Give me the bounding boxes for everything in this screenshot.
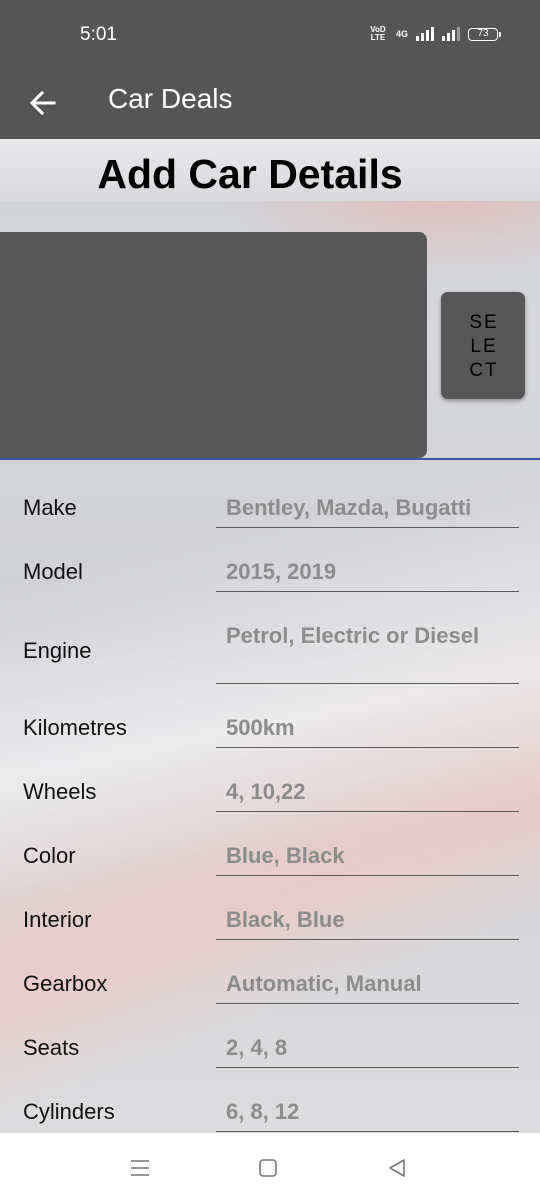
form-row-color: Color Blue, Black <box>0 814 540 878</box>
select-button-label: SELECT <box>469 311 499 381</box>
form-row-seats: Seats 2, 4, 8 <box>0 1006 540 1070</box>
cylinders-input[interactable]: 6, 8, 12 <box>216 1094 519 1132</box>
car-image-preview <box>0 232 427 458</box>
kilometres-label: Kilometres <box>23 715 127 740</box>
seats-input[interactable]: 2, 4, 8 <box>216 1030 519 1068</box>
wheels-placeholder: 4, 10,22 <box>226 779 306 804</box>
select-image-button[interactable]: SELECT <box>441 292 525 399</box>
seats-placeholder: 2, 4, 8 <box>226 1035 288 1060</box>
make-placeholder: Bentley, Mazda, Bugatti <box>226 495 472 520</box>
gearbox-label: Gearbox <box>23 971 108 996</box>
status-bar: 5:01 VoD LTE 4G 73 <box>0 0 540 70</box>
form-row-model: Model 2015, 2019 <box>0 530 540 594</box>
kilometres-placeholder: 500km <box>226 715 295 740</box>
form-row-wheels: Wheels 4, 10,22 <box>0 750 540 814</box>
model-input[interactable]: 2015, 2019 <box>216 554 519 592</box>
form-row-gearbox: Gearbox Automatic, Manual <box>0 942 540 1006</box>
page-title: Add Car Details <box>97 151 403 197</box>
gearbox-placeholder: Automatic, Manual <box>226 971 422 996</box>
color-placeholder: Blue, Black <box>226 843 345 868</box>
home-square-icon <box>259 1159 277 1177</box>
wheels-label: Wheels <box>23 779 97 804</box>
back-triangle-icon <box>389 1159 405 1177</box>
battery-icon: 73 <box>468 27 501 41</box>
arrow-left-icon <box>30 91 56 115</box>
form-row-engine: Engine Petrol, Electric or Diesel <box>0 594 540 686</box>
status-icons: VoD LTE 4G 73 <box>368 25 501 42</box>
model-placeholder: 2015, 2019 <box>226 559 337 584</box>
make-input[interactable]: Bentley, Mazda, Bugatti <box>216 490 519 528</box>
home-button[interactable] <box>253 1153 283 1183</box>
signal-strength-2-icon <box>442 27 460 41</box>
seats-label: Seats <box>23 1035 80 1060</box>
form-row-interior: Interior Black, Blue <box>0 878 540 942</box>
back-nav-button[interactable] <box>382 1153 412 1183</box>
gearbox-input[interactable]: Automatic, Manual <box>216 966 519 1004</box>
back-button[interactable] <box>22 82 64 124</box>
engine-placeholder: Petrol, Electric or Diesel <box>226 623 480 648</box>
interior-placeholder: Black, Blue <box>226 907 345 932</box>
system-nav-bar <box>0 1133 540 1200</box>
interior-label: Interior <box>23 907 92 932</box>
wheels-input[interactable]: 4, 10,22 <box>216 774 519 812</box>
network-type-label: 4G <box>395 29 408 39</box>
interior-input[interactable]: Black, Blue <box>216 902 519 940</box>
form-row-make: Make Bentley, Mazda, Bugatti <box>0 460 540 530</box>
app-bar: Car Deals <box>0 70 540 139</box>
cylinders-placeholder: 6, 8, 12 <box>226 1099 300 1124</box>
color-label: Color <box>23 843 76 868</box>
color-input[interactable]: Blue, Black <box>216 838 519 876</box>
kilometres-input[interactable]: 500km <box>216 710 519 748</box>
volte-icon: VoD LTE <box>370 25 386 42</box>
engine-input[interactable]: Petrol, Electric or Diesel <box>216 618 519 684</box>
menu-icon <box>131 1160 149 1176</box>
menu-button[interactable] <box>125 1153 155 1183</box>
engine-label: Engine <box>23 638 92 663</box>
make-label: Make <box>23 495 77 520</box>
signal-strength-icon <box>416 27 434 41</box>
model-label: Model <box>23 559 83 584</box>
app-title: Car Deals <box>108 83 233 114</box>
form-row-cylinders: Cylinders 6, 8, 12 <box>0 1070 540 1134</box>
form-row-kilometres: Kilometres 500km <box>0 686 540 750</box>
status-time: 5:01 <box>80 24 117 45</box>
cylinders-label: Cylinders <box>23 1099 115 1124</box>
